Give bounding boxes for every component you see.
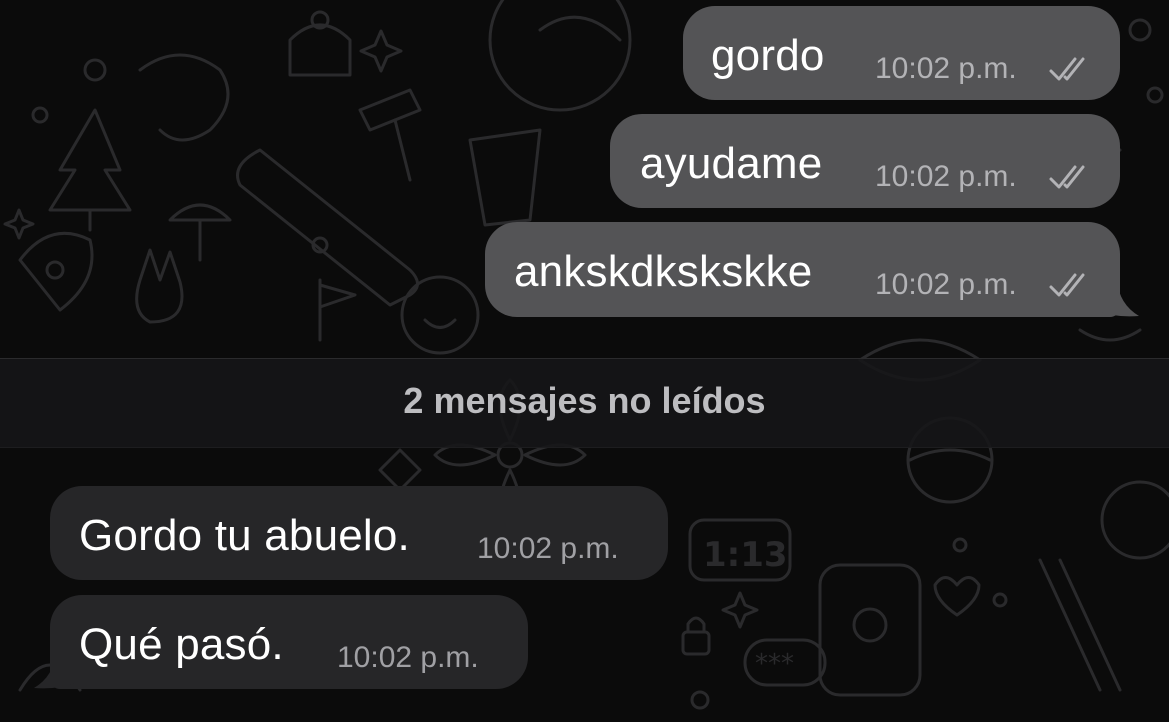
outgoing-message-bubble[interactable]: gordo 10:02 p.m. <box>683 6 1120 100</box>
bubble-tail <box>1095 280 1139 317</box>
read-double-check-icon <box>1049 57 1085 81</box>
incoming-message-bubble[interactable]: Qué pasó. 10:02 p.m. <box>50 595 528 689</box>
bubble-tail <box>34 652 78 689</box>
outgoing-message-bubble[interactable]: ankskdkskskke 10:02 p.m. <box>485 222 1120 317</box>
message-text: ankskdkskskke <box>514 247 813 296</box>
incoming-message-bubble[interactable]: Gordo tu abuelo. 10:02 p.m. <box>50 486 668 580</box>
message-timestamp: 10:02 p.m. <box>875 268 1017 301</box>
outgoing-message-bubble[interactable]: ayudame 10:02 p.m. <box>610 114 1120 208</box>
message-text: Qué pasó. <box>79 620 284 669</box>
message-timestamp: 10:02 p.m. <box>337 641 479 674</box>
message-timestamp: 10:02 p.m. <box>477 532 619 565</box>
message-text: Gordo tu abuelo. <box>79 511 410 560</box>
unread-messages-label: 2 mensajes no leídos <box>403 380 766 421</box>
message-timestamp: 10:02 p.m. <box>875 52 1017 85</box>
read-double-check-icon <box>1049 273 1085 297</box>
message-text: gordo <box>711 31 825 80</box>
message-text: ayudame <box>640 139 823 188</box>
read-double-check-icon <box>1049 165 1085 189</box>
message-timestamp: 10:02 p.m. <box>875 160 1017 193</box>
unread-messages-divider: 2 mensajes no leídos <box>0 358 1169 448</box>
